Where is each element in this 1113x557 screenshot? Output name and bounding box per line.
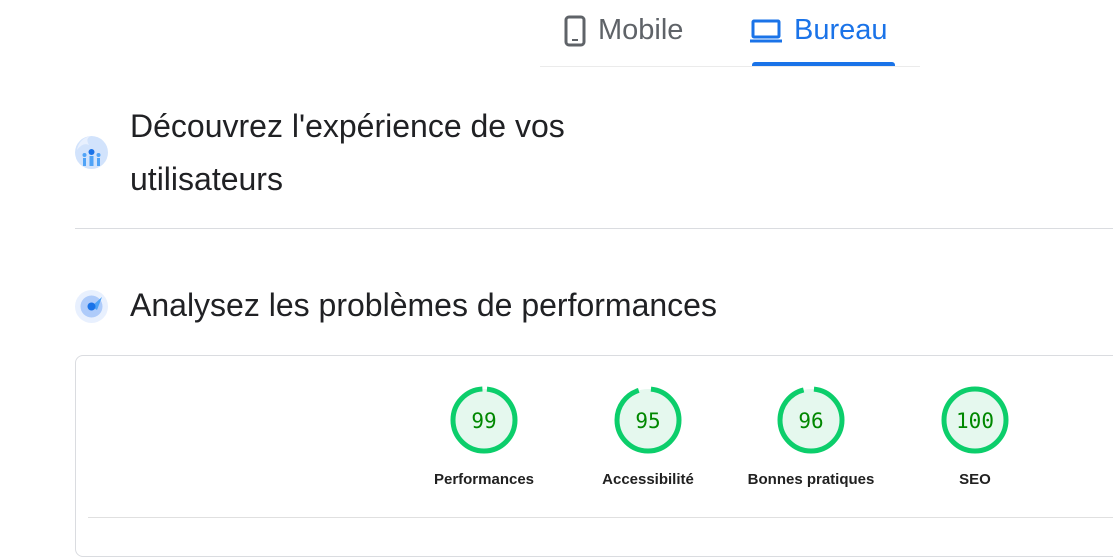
score-gauge-accessibilit-[interactable]: 95 Accessibilité bbox=[578, 386, 718, 488]
gauge-ring: 96 bbox=[777, 386, 845, 454]
score-gauge-performances[interactable]: 99 Performances bbox=[414, 386, 554, 488]
device-tabs: Mobile Bureau bbox=[540, 0, 920, 67]
score-value: 95 bbox=[635, 409, 660, 433]
radar-icon bbox=[75, 290, 108, 323]
title-line-1: Découvrez l'expérience de vos bbox=[130, 108, 565, 144]
score-value: 99 bbox=[471, 409, 496, 433]
title-line-2: utilisateurs bbox=[130, 161, 283, 197]
gauge-ring: 99 bbox=[450, 386, 518, 454]
score-value: 100 bbox=[956, 409, 994, 433]
score-label: Accessibilité bbox=[602, 471, 694, 488]
section-title-performance: Analysez les problèmes de performances bbox=[130, 287, 717, 323]
score-value: 96 bbox=[798, 409, 823, 433]
section-title-experience: Découvrez l'expérience de vos utilisateur… bbox=[130, 100, 565, 206]
laptop-icon bbox=[750, 19, 782, 42]
score-label: SEO bbox=[959, 471, 991, 488]
tab-mobile[interactable]: Mobile bbox=[564, 14, 683, 47]
score-gauge-seo[interactable]: 100 SEO bbox=[905, 386, 1045, 488]
gauge-ring: 100 bbox=[941, 386, 1009, 454]
smartphone-icon bbox=[564, 15, 586, 46]
tab-mobile-label: Mobile bbox=[598, 14, 684, 46]
tab-desktop[interactable]: Bureau bbox=[750, 14, 888, 47]
users-icon bbox=[75, 136, 108, 169]
section-divider bbox=[75, 228, 1113, 229]
score-label: Performances bbox=[433, 471, 535, 488]
active-tab-indicator bbox=[752, 62, 895, 66]
score-label: Bonnes pratiques bbox=[747, 471, 875, 488]
score-gauge-bonnes-pratiques[interactable]: 96 Bonnes pratiques bbox=[741, 386, 881, 488]
tab-desktop-label: Bureau bbox=[794, 14, 888, 46]
card-divider bbox=[88, 517, 1113, 518]
gauge-ring: 95 bbox=[614, 386, 682, 454]
